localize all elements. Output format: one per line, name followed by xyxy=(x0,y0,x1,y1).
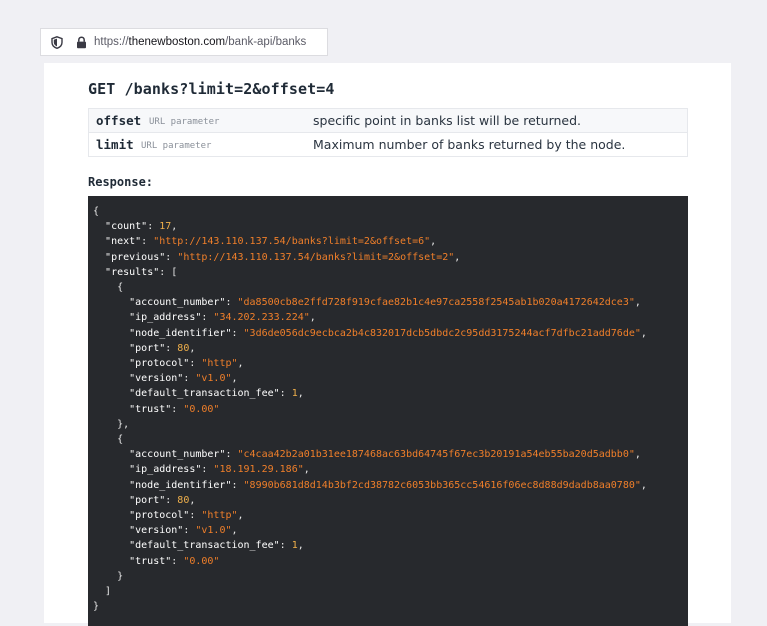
param-row-limit: limit URL parameter Maximum number of ba… xyxy=(89,132,687,156)
account-number-value: "c4caa42b2a01b31ee187468ac63bd64745f67ec… xyxy=(237,449,635,461)
param-row-offset: offset URL parameter specific point in b… xyxy=(89,109,687,132)
protocol-value: "http" xyxy=(201,510,238,522)
endpoint-title: GET /banks?limit=2&offset=4 xyxy=(88,80,335,98)
response-label: Response: xyxy=(88,175,154,189)
count-value: 17 xyxy=(159,221,172,233)
response-code-block: { "count": 17, "next": "http://143.110.1… xyxy=(88,196,688,626)
param-name: offset xyxy=(96,113,142,128)
param-description: specific point in banks list will be ret… xyxy=(313,113,582,128)
tracking-protection-shield-icon[interactable] xyxy=(50,35,64,49)
url-domain: thenewboston.com xyxy=(128,36,226,48)
url-text[interactable]: https://thenewboston.com/bank-api/banks xyxy=(94,36,306,48)
param-name: limit xyxy=(96,137,134,152)
address-bar[interactable]: https://thenewboston.com/bank-api/banks xyxy=(40,28,328,56)
trust-value: "0.00" xyxy=(183,555,220,567)
page-content: GET /banks?limit=2&offset=4 offset URL p… xyxy=(44,63,731,626)
url-scheme: https:// xyxy=(94,36,129,48)
next-value: "http://143.110.137.54/banks?limit=2&off… xyxy=(153,236,431,248)
node-identifier-value: "3d6de056dc9ecbca2b4c832017dcb5dbdc2c95d… xyxy=(243,327,641,339)
params-table: offset URL parameter specific point in b… xyxy=(88,108,688,157)
trust-value: "0.00" xyxy=(183,403,220,415)
account-number-value: "da8500cb8e2ffd728f919cfae82b1c4e97ca255… xyxy=(237,297,635,309)
param-type: URL parameter xyxy=(141,141,212,151)
response-json: { "count": 17, "next": "http://143.110.1… xyxy=(93,206,647,613)
ip-address-value: "18.191.29.186" xyxy=(213,464,304,476)
param-type: URL parameter xyxy=(149,117,220,127)
port-value: 80 xyxy=(177,342,190,354)
version-value: "v1.0" xyxy=(195,373,232,385)
secure-lock-icon[interactable] xyxy=(74,35,88,49)
version-value: "v1.0" xyxy=(195,525,232,537)
param-description: Maximum number of banks returned by the … xyxy=(313,137,626,152)
url-path: /bank-api/banks xyxy=(225,36,307,48)
port-value: 80 xyxy=(177,494,190,506)
node-identifier-value: "8990b681d8d14b3bf2cd38782c6053bb365cc54… xyxy=(243,479,641,491)
protocol-value: "http" xyxy=(201,358,238,370)
ip-address-value: "34.202.233.224" xyxy=(213,312,310,324)
previous-value: "http://143.110.137.54/banks?limit=2&off… xyxy=(177,251,455,263)
